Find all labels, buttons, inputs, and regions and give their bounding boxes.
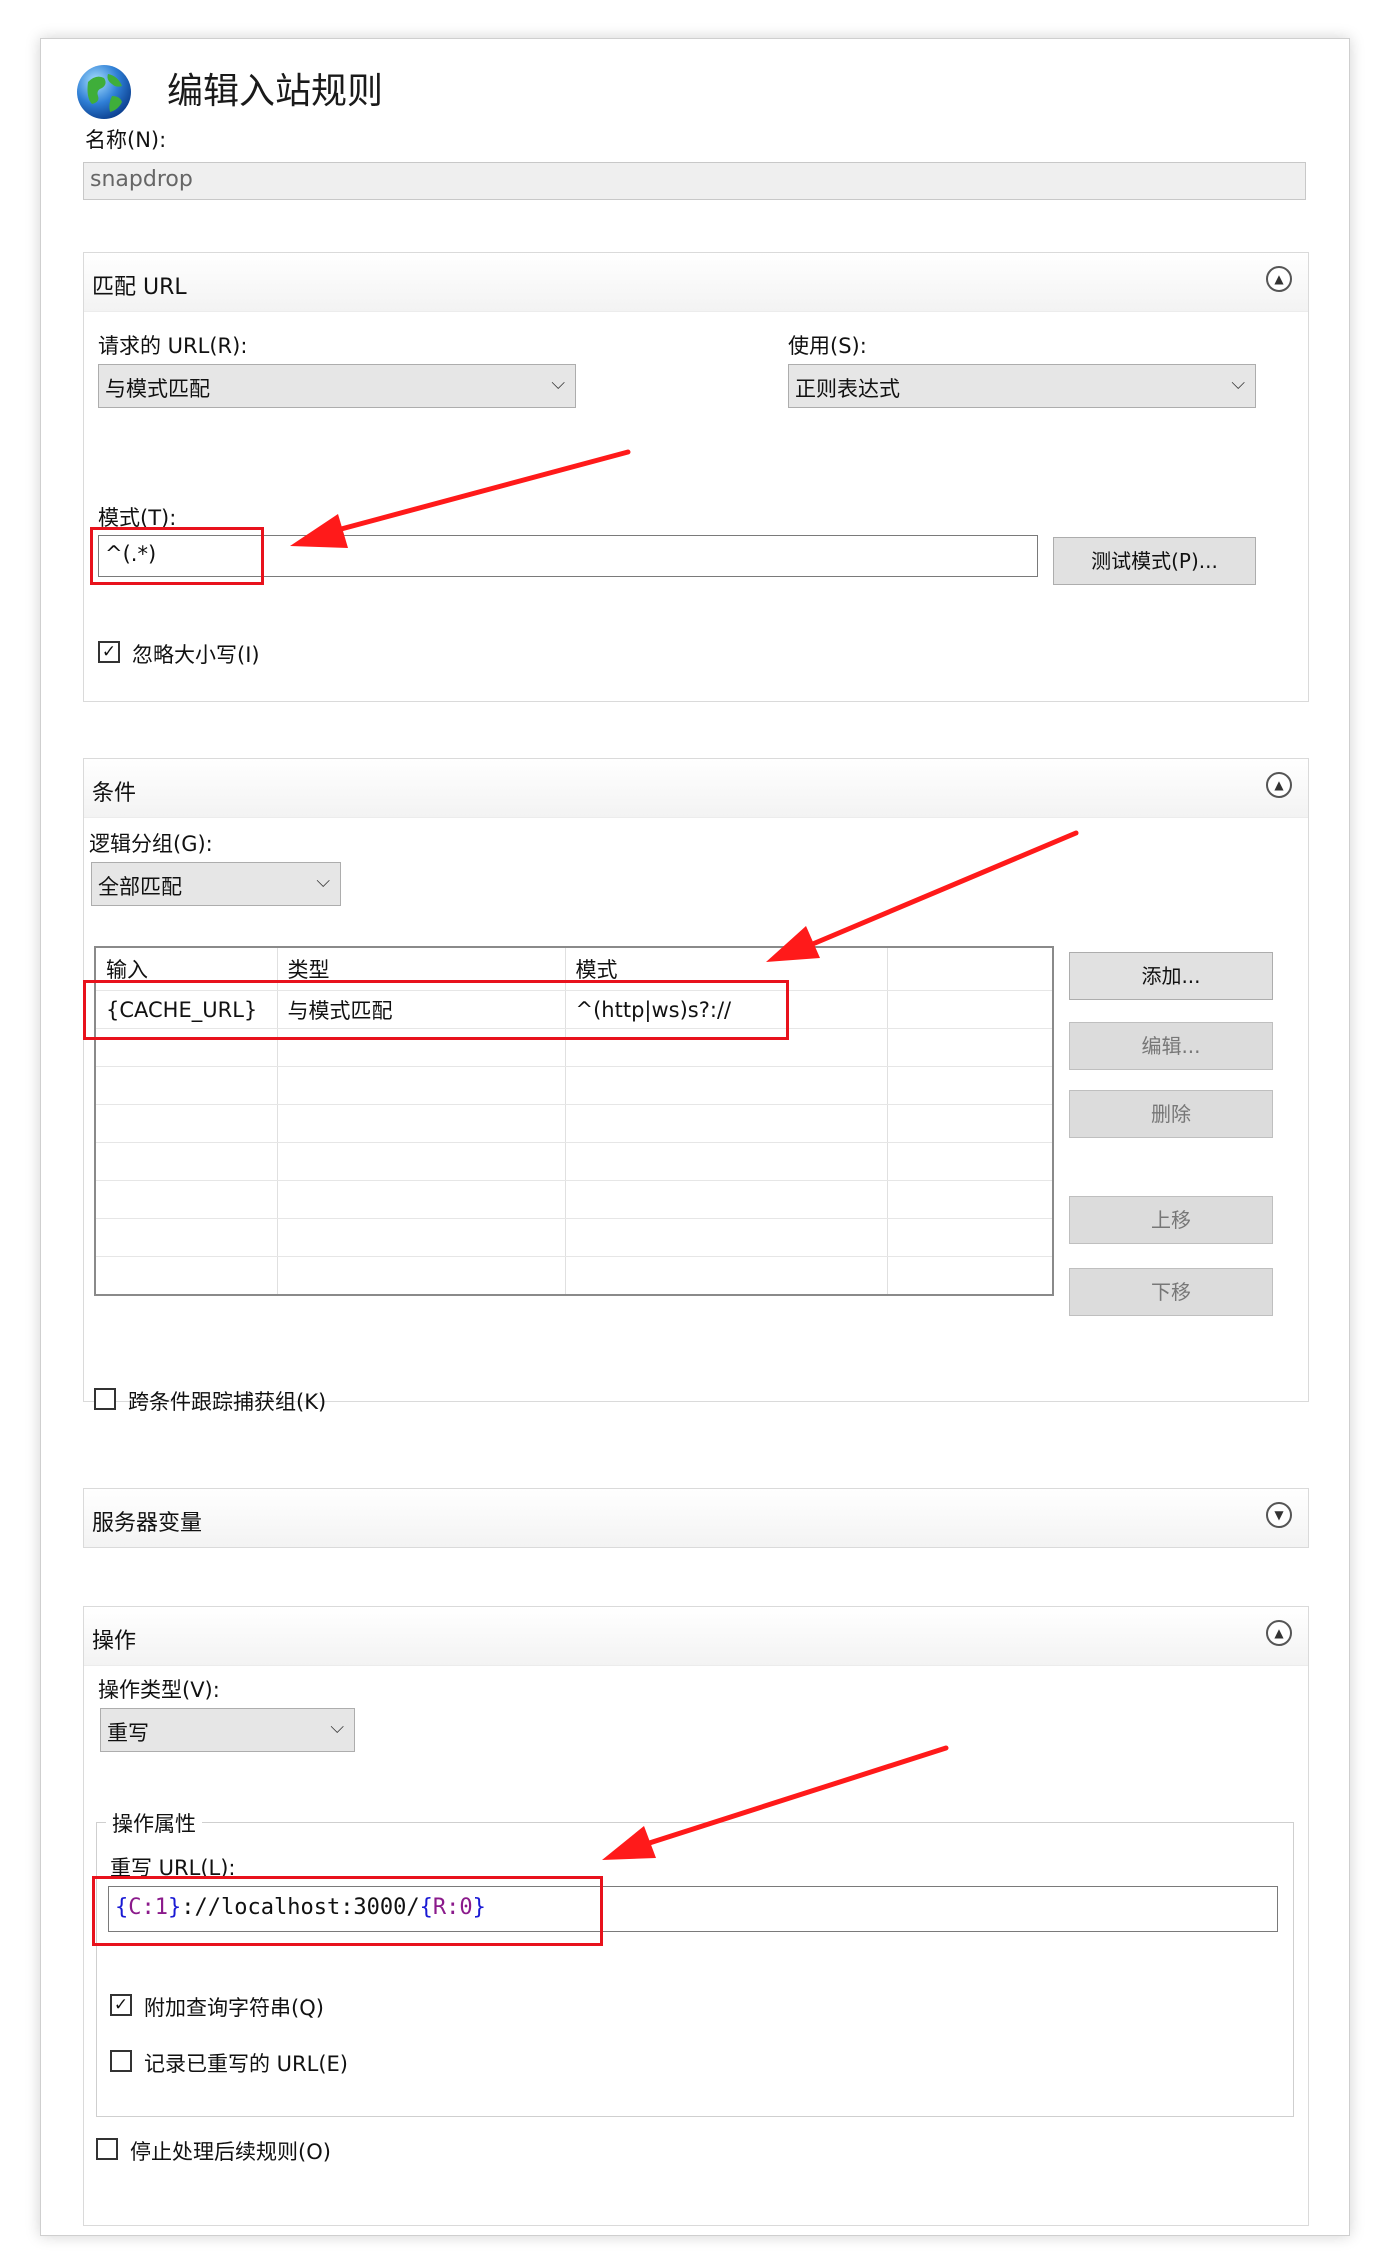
arrow-pattern — [290, 449, 631, 548]
annotation-arrows — [290, 449, 1079, 1860]
arrow-condition — [766, 830, 1079, 962]
arrow-rewrite — [602, 1745, 949, 1860]
